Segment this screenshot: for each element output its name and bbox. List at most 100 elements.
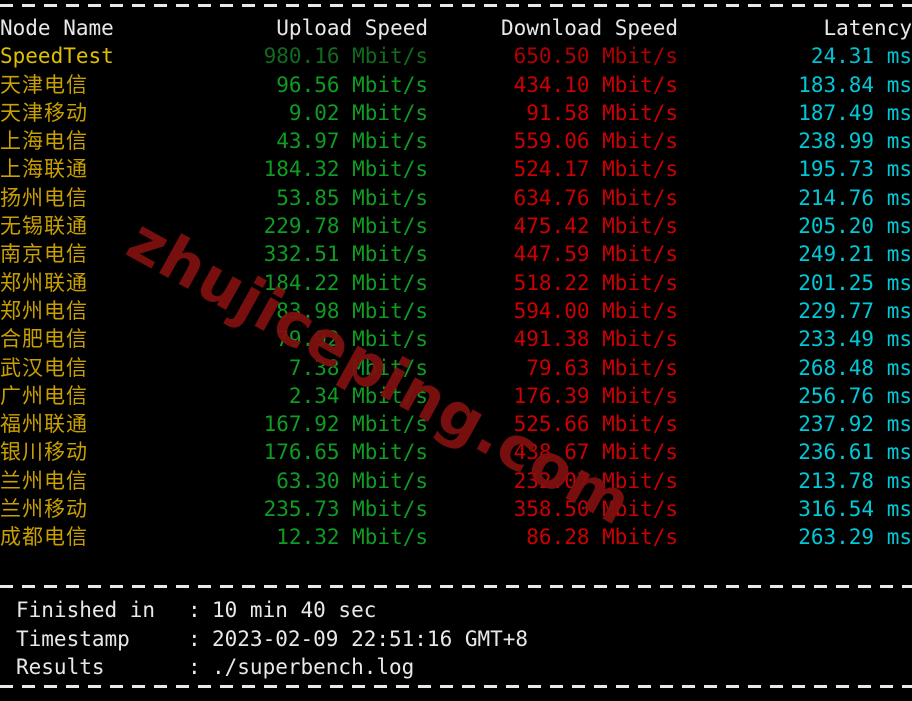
cell-node-name: 上海电信 [0, 129, 88, 154]
table-row: 郑州电信 83.98 Mbit/s 594.00 Mbit/s 229.77 ms [0, 297, 912, 325]
table-row: 成都电信 12.32 Mbit/s 86.28 Mbit/s 263.29 ms [0, 523, 912, 551]
table-row: 上海联通 184.32 Mbit/s 524.17 Mbit/s 195.73 ms [0, 155, 912, 183]
table-row: 福州联通 167.92 Mbit/s 525.66 Mbit/s 237.92 ms [0, 410, 912, 438]
cell-upload-speed: 12.32 Mbit/s [276, 525, 428, 550]
cell-node-name: 合肥电信 [0, 327, 88, 352]
table-row: 扬州电信 53.85 Mbit/s 634.76 Mbit/s 214.76 ms [0, 184, 912, 212]
table-row: 广州电信 2.34 Mbit/s 176.39 Mbit/s 256.76 ms [0, 382, 912, 410]
cell-latency: 24.31 ms [810, 44, 912, 69]
cell-node-name: 银川移动 [0, 440, 88, 465]
summary-row: Results: ./superbench.log [0, 653, 912, 682]
cell-upload-speed: 9.02 Mbit/s [288, 100, 428, 125]
cell-download-speed: 438.67 Mbit/s [513, 440, 678, 465]
cell-node-name: 成都电信 [0, 525, 88, 550]
cell-download-speed: 447.59 Mbit/s [513, 242, 678, 267]
summary-value: 10 min 40 sec [212, 598, 377, 622]
table-row: 郑州联通 184.22 Mbit/s 518.22 Mbit/s 201.25 ms [0, 269, 912, 297]
cell-latency: 238.99 ms [798, 129, 912, 154]
cell-latency: 249.21 ms [798, 242, 912, 267]
cell-upload-speed: 184.22 Mbit/s [263, 270, 428, 295]
cell-node-name: SpeedTest [0, 44, 114, 69]
summary-footer: Finished in:10 min 40 sec Timestamp:2023-… [0, 596, 912, 682]
cell-download-speed: 491.38 Mbit/s [513, 327, 678, 352]
cell-download-speed: 594.00 Mbit/s [513, 298, 678, 323]
table-row: 武汉电信 7.38 Mbit/s 79.63 Mbit/s 268.48 ms [0, 354, 912, 382]
table-body: SpeedTest 980.16 Mbit/s 650.50 Mbit/s 24.31… [0, 42, 912, 551]
summary-row: Timestamp:2023-02-09 22:51:16 GMT+8 [0, 625, 912, 654]
table-row: 银川移动 176.65 Mbit/s 438.67 Mbit/s 236.61 ms [0, 438, 912, 466]
cell-node-name: 天津电信 [0, 72, 88, 97]
cell-latency: 205.20 ms [798, 214, 912, 239]
cell-upload-speed: 96.56 Mbit/s [276, 72, 428, 97]
cell-download-speed: 559.06 Mbit/s [513, 129, 678, 154]
cell-node-name: 福州联通 [0, 412, 88, 437]
summary-colon: : [188, 626, 201, 651]
cell-upload-speed: 53.85 Mbit/s [276, 185, 428, 210]
cell-node-name: 无锡联通 [0, 214, 88, 239]
summary-label: Finished in [16, 598, 156, 622]
cell-node-name: 兰州移动 [0, 497, 88, 522]
summary-label: Timestamp [16, 626, 130, 651]
summary-row: Finished in:10 min 40 sec [0, 596, 912, 625]
summary-value: ./superbench.log [212, 655, 415, 679]
column-header-latency: Latency [823, 16, 912, 40]
cell-download-speed: 518.22 Mbit/s [513, 270, 678, 295]
cell-node-name: 武汉电信 [0, 355, 88, 380]
cell-upload-speed: 167.92 Mbit/s [263, 412, 428, 437]
cell-download-speed: 176.39 Mbit/s [513, 383, 678, 408]
cell-upload-speed: 83.98 Mbit/s [276, 298, 428, 323]
cell-download-speed: 86.28 Mbit/s [526, 525, 678, 550]
cell-node-name: 天津移动 [0, 100, 88, 125]
cell-latency: 187.49 ms [798, 100, 912, 125]
table-row: 南京电信 332.51 Mbit/s 447.59 Mbit/s 249.21 ms [0, 240, 912, 268]
cell-upload-speed: 235.73 Mbit/s [263, 497, 428, 522]
cell-node-name: 上海联通 [0, 157, 88, 182]
cell-node-name: 郑州联通 [0, 270, 88, 295]
cell-node-name: 郑州电信 [0, 298, 88, 323]
cell-upload-speed: 229.78 Mbit/s [263, 214, 428, 239]
table-header-row: Node Name Upload Speed Download Speed La… [0, 14, 912, 42]
cell-upload-speed: 980.16 Mbit/s [263, 44, 428, 69]
cell-node-name: 广州电信 [0, 383, 88, 408]
cell-download-speed: 524.17 Mbit/s [513, 157, 678, 182]
cell-download-speed: 358.50 Mbit/s [513, 497, 678, 522]
divider-bottom [0, 685, 912, 688]
cell-download-speed: 475.42 Mbit/s [513, 214, 678, 239]
table-row: 兰州移动 235.73 Mbit/s 358.50 Mbit/s 316.54 ms [0, 495, 912, 523]
cell-latency: 229.77 ms [798, 298, 912, 323]
divider-middle [0, 585, 912, 588]
cell-latency: 201.25 ms [798, 270, 912, 295]
cell-latency: 268.48 ms [798, 355, 912, 380]
cell-latency: 195.73 ms [798, 157, 912, 182]
cell-latency: 256.76 ms [798, 383, 912, 408]
table-row: 兰州电信 63.30 Mbit/s 232.07 Mbit/s 213.78 ms [0, 467, 912, 495]
summary-label: Results [16, 655, 105, 679]
summary-colon: : [188, 655, 201, 679]
cell-latency: 316.54 ms [798, 497, 912, 522]
column-header-upload-speed: Upload Speed [276, 16, 428, 40]
cell-node-name: 扬州电信 [0, 185, 88, 210]
cell-latency: 213.78 ms [798, 468, 912, 493]
cell-download-speed: 91.58 Mbit/s [526, 100, 678, 125]
cell-download-speed: 650.50 Mbit/s [513, 44, 678, 69]
terminal-window: zhujiceping.com Node Name Upload Speed D… [0, 0, 912, 701]
table-row: 无锡联通 229.78 Mbit/s 475.42 Mbit/s 205.20 ms [0, 212, 912, 240]
cell-latency: 233.49 ms [798, 327, 912, 352]
cell-download-speed: 232.07 Mbit/s [513, 468, 678, 493]
cell-upload-speed: 184.32 Mbit/s [263, 157, 428, 182]
column-header-node-name: Node Name [0, 16, 114, 40]
cell-upload-speed: 176.65 Mbit/s [263, 440, 428, 465]
table-row: 上海电信 43.97 Mbit/s 559.06 Mbit/s 238.99 ms [0, 127, 912, 155]
cell-node-name: 南京电信 [0, 242, 88, 267]
table-row: 天津移动 9.02 Mbit/s 91.58 Mbit/s 187.49 ms [0, 99, 912, 127]
cell-upload-speed: 7.38 Mbit/s [288, 355, 428, 380]
cell-latency: 263.29 ms [798, 525, 912, 550]
cell-upload-speed: 79.92 Mbit/s [276, 327, 428, 352]
cell-latency: 236.61 ms [798, 440, 912, 465]
table-row: SpeedTest 980.16 Mbit/s 650.50 Mbit/s 24.31… [0, 42, 912, 70]
cell-upload-speed: 332.51 Mbit/s [263, 242, 428, 267]
column-header-download-speed: Download Speed [500, 16, 678, 40]
speedtest-results-table: Node Name Upload Speed Download Speed La… [0, 14, 912, 552]
cell-download-speed: 634.76 Mbit/s [513, 185, 678, 210]
cell-download-speed: 434.10 Mbit/s [513, 72, 678, 97]
